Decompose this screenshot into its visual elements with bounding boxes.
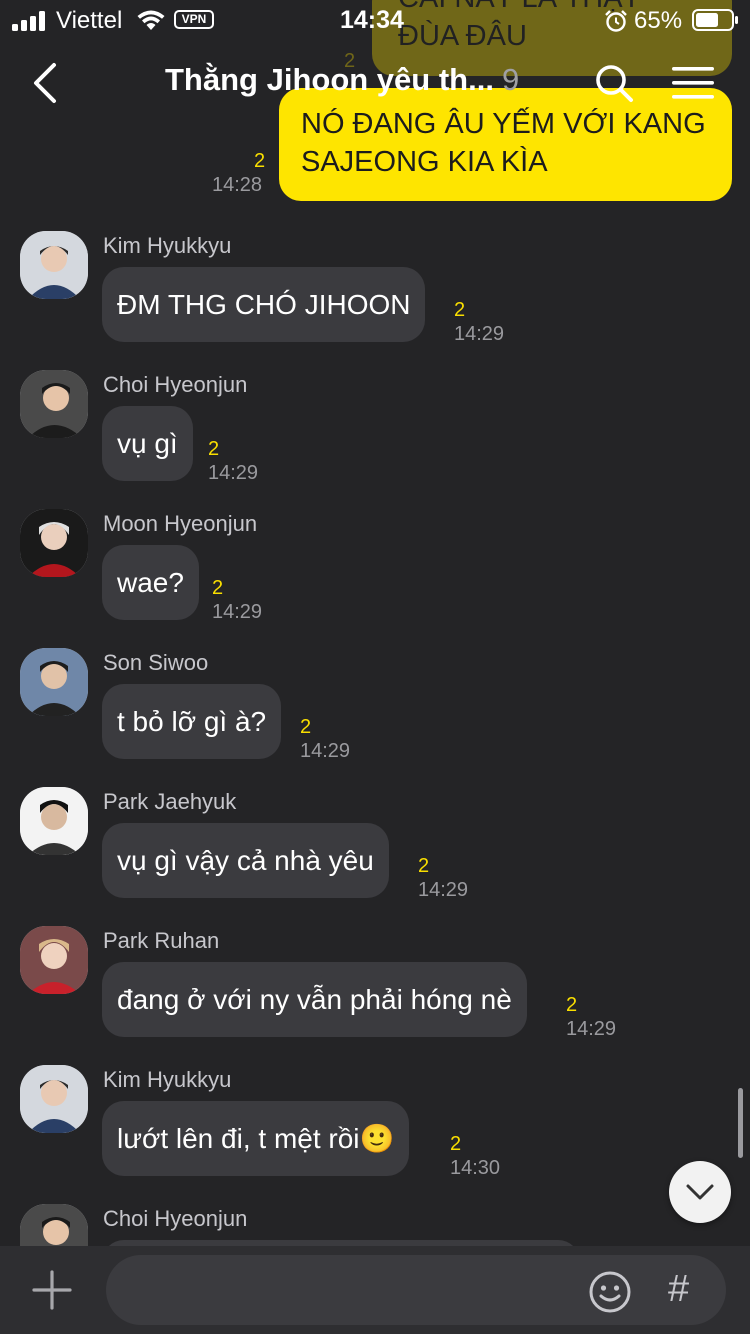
list-item: Choi Hyeonjun vụ gì 2 14:29 bbox=[0, 370, 750, 509]
incoming-bubble[interactable]: wae? bbox=[102, 545, 199, 620]
message-time: 14:29 bbox=[300, 740, 351, 762]
avatar[interactable] bbox=[20, 926, 88, 994]
emoji-icon[interactable] bbox=[588, 1270, 632, 1314]
signal-icon bbox=[12, 11, 45, 31]
alarm-icon bbox=[605, 10, 627, 32]
battery-percent: 65% bbox=[634, 7, 683, 34]
avatar[interactable] bbox=[20, 1065, 88, 1133]
chat-header: Thằng Jihoon yêu th... 9 bbox=[0, 40, 750, 126]
incoming-bubble[interactable]: ĐM THG CHÓ JIHOON bbox=[102, 267, 426, 342]
carrier-name: Viettel bbox=[56, 7, 123, 34]
list-item: Park Ruhan đang ở với ny vẫn phải hóng n… bbox=[0, 926, 750, 1065]
hashtag-button[interactable]: # bbox=[668, 1268, 689, 1311]
list-item: Kim Hyukkyu ĐM THG CHÓ JIHOON 2 14:29 bbox=[0, 231, 750, 370]
avatar[interactable] bbox=[20, 787, 88, 855]
message-time: 14:30 bbox=[450, 1157, 501, 1179]
member-count: 9 bbox=[501, 62, 520, 97]
avatar[interactable] bbox=[20, 509, 88, 577]
message-time: 14:29 bbox=[454, 323, 505, 345]
status-time: 14:34 bbox=[340, 6, 404, 34]
wifi-icon bbox=[137, 10, 165, 30]
read-count: 2 bbox=[300, 716, 312, 738]
incoming-bubble[interactable]: t bỏ lỡ gì à? bbox=[102, 684, 282, 759]
avatar[interactable] bbox=[20, 231, 88, 299]
incoming-bubble[interactable]: vụ gì vậy cả nhà yêu bbox=[102, 823, 389, 898]
chat-title: Thằng Jihoon yêu th... bbox=[165, 62, 494, 97]
read-count: 2 bbox=[566, 994, 578, 1016]
read-count: 2 bbox=[418, 855, 430, 877]
chevron-down-icon bbox=[686, 1184, 714, 1200]
message-time: 14:28 bbox=[212, 174, 263, 196]
incoming-bubble[interactable]: đang ở với ny vẫn phải hóng nè bbox=[102, 962, 527, 1037]
list-item: Moon Hyeonjun wae? 2 14:29 bbox=[0, 509, 750, 648]
read-count: 2 bbox=[454, 299, 466, 321]
avatar[interactable] bbox=[20, 1204, 88, 1246]
message-time: 14:29 bbox=[566, 1018, 617, 1040]
bubble-text-line: SAJEONG KIA KÌA bbox=[301, 146, 548, 178]
avatar[interactable] bbox=[20, 648, 88, 716]
sender-name: Park Jaehyuk bbox=[103, 789, 237, 814]
vpn-badge: VPN bbox=[174, 10, 214, 29]
sender-name: Kim Hyukkyu bbox=[103, 1067, 232, 1092]
page-title[interactable]: Thằng Jihoon yêu th... 9 bbox=[165, 62, 519, 98]
chat-screen: CÁI NÀY LÀ THẬT ĐÙA ĐÂU 2 NÓ ĐANG ÂU YẾM… bbox=[0, 0, 750, 1334]
avatar[interactable] bbox=[20, 370, 88, 438]
message-time: 14:29 bbox=[208, 462, 259, 484]
chat-area[interactable]: CÁI NÀY LÀ THẬT ĐÙA ĐÂU 2 NÓ ĐANG ÂU YẾM… bbox=[0, 0, 750, 1246]
list-item: Park Jaehyuk vụ gì vậy cả nhà yêu 2 14:2… bbox=[0, 787, 750, 926]
sender-name: Son Siwoo bbox=[103, 650, 209, 675]
incoming-bubble[interactable]: lướt lên đi, t mệt rồi🙂 bbox=[102, 1101, 410, 1176]
scrollbar[interactable] bbox=[738, 1088, 743, 1158]
list-item: Kim Hyukkyu lướt lên đi, t mệt rồi🙂 2 14… bbox=[0, 1065, 750, 1204]
list-item: Choi Hyeonjun bbox=[0, 1204, 750, 1246]
message-input[interactable] bbox=[106, 1255, 726, 1325]
sender-name: Moon Hyeonjun bbox=[103, 511, 258, 536]
menu-icon[interactable] bbox=[672, 66, 714, 100]
battery-icon bbox=[692, 9, 738, 31]
message-time: 14:29 bbox=[212, 601, 263, 623]
search-icon[interactable] bbox=[594, 63, 634, 103]
message-input-bar: # bbox=[0, 1246, 750, 1334]
status-bar: Viettel VPN 14:34 65% bbox=[0, 0, 750, 40]
sender-name: Kim Hyukkyu bbox=[103, 233, 232, 258]
read-count: 2 bbox=[208, 438, 220, 460]
incoming-bubble[interactable]: vụ gì bbox=[102, 406, 193, 481]
message-time: 14:29 bbox=[418, 879, 469, 901]
sender-name: Park Ruhan bbox=[103, 928, 220, 953]
sender-name: Choi Hyeonjun bbox=[103, 1206, 248, 1231]
back-icon[interactable] bbox=[30, 62, 60, 104]
read-count: 2 bbox=[212, 577, 224, 599]
read-count: 2 bbox=[450, 1133, 462, 1155]
read-count: 2 bbox=[254, 150, 266, 172]
scroll-to-bottom-button[interactable] bbox=[669, 1161, 731, 1223]
list-item: Son Siwoo t bỏ lỡ gì à? 2 14:29 bbox=[0, 648, 750, 787]
sender-name: Choi Hyeonjun bbox=[103, 372, 248, 397]
plus-icon[interactable] bbox=[32, 1270, 72, 1310]
